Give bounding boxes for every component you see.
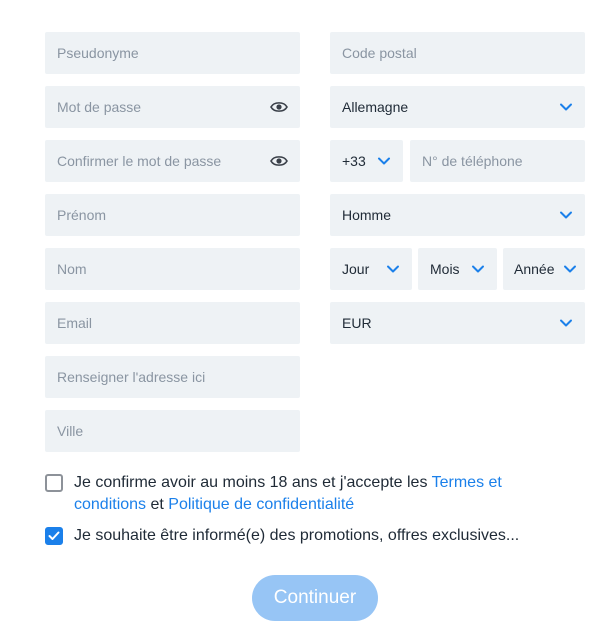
promo-consent-row: Je souhaite être informé(e) des promotio… <box>45 525 565 547</box>
chevron-down-icon[interactable] <box>471 262 485 276</box>
first-name-placeholder: Prénom <box>57 207 107 223</box>
dob-day-select[interactable]: Jour <box>330 248 412 290</box>
promo-text: Je souhaite être informé(e) des promotio… <box>74 527 520 544</box>
terms-text: Je confirme avoir au moins 18 ans et j'a… <box>74 474 428 491</box>
email-placeholder: Email <box>57 315 93 331</box>
dial-code-select[interactable]: +33 <box>330 140 403 182</box>
gender-select[interactable]: Homme <box>330 194 585 236</box>
address-field[interactable]: Renseigner l'adresse ici <box>45 356 300 398</box>
chevron-down-icon[interactable] <box>559 100 573 114</box>
dial-code-value: +33 <box>342 153 366 169</box>
dob-month-value: Mois <box>430 261 460 277</box>
promo-checkbox[interactable] <box>45 527 63 545</box>
dob-month-select[interactable]: Mois <box>418 248 497 290</box>
gender-value: Homme <box>342 207 392 223</box>
privacy-link[interactable]: Politique de confidentialité <box>168 496 354 513</box>
chevron-down-icon[interactable] <box>559 316 573 330</box>
terms-text-block: Je confirme avoir au moins 18 ans et j'a… <box>74 472 525 516</box>
phone-field[interactable]: N° de téléphone <box>410 140 585 182</box>
eye-icon[interactable] <box>270 101 288 113</box>
password-field[interactable]: Mot de passe <box>45 86 300 128</box>
phone-placeholder: N° de téléphone <box>422 153 523 169</box>
chevron-down-icon[interactable] <box>386 262 400 276</box>
currency-value: EUR <box>342 315 372 331</box>
check-icon <box>48 531 60 540</box>
eye-icon[interactable] <box>270 155 288 167</box>
continue-button[interactable]: Continuer <box>252 575 378 621</box>
email-field[interactable]: Email <box>45 302 300 344</box>
city-field[interactable]: Ville <box>45 410 300 452</box>
first-name-field[interactable]: Prénom <box>45 194 300 236</box>
confirm-password-placeholder: Confirmer le mot de passe <box>57 153 222 169</box>
chevron-down-icon[interactable] <box>559 208 573 222</box>
postal-code-field[interactable]: Code postal <box>330 32 585 74</box>
city-placeholder: Ville <box>57 423 84 439</box>
country-select[interactable]: Allemagne <box>330 86 585 128</box>
address-placeholder: Renseigner l'adresse ici <box>57 369 206 385</box>
terms-checkbox[interactable] <box>45 474 63 492</box>
currency-select[interactable]: EUR <box>330 302 585 344</box>
dob-year-select[interactable]: Année <box>503 248 585 290</box>
last-name-placeholder: Nom <box>57 261 87 277</box>
terms-consent-row: Je confirme avoir au moins 18 ans et j'a… <box>45 472 525 516</box>
last-name-field[interactable]: Nom <box>45 248 300 290</box>
chevron-down-icon[interactable] <box>377 154 391 168</box>
country-value: Allemagne <box>342 99 409 115</box>
postal-code-placeholder: Code postal <box>342 45 417 61</box>
dob-day-value: Jour <box>342 261 370 277</box>
username-placeholder: Pseudonyme <box>57 45 139 61</box>
chevron-down-icon[interactable] <box>563 262 577 276</box>
dob-year-value: Année <box>514 261 555 277</box>
terms-and-text: et <box>150 496 164 513</box>
password-placeholder: Mot de passe <box>57 99 142 115</box>
username-field[interactable]: Pseudonyme <box>45 32 300 74</box>
confirm-password-field[interactable]: Confirmer le mot de passe <box>45 140 300 182</box>
